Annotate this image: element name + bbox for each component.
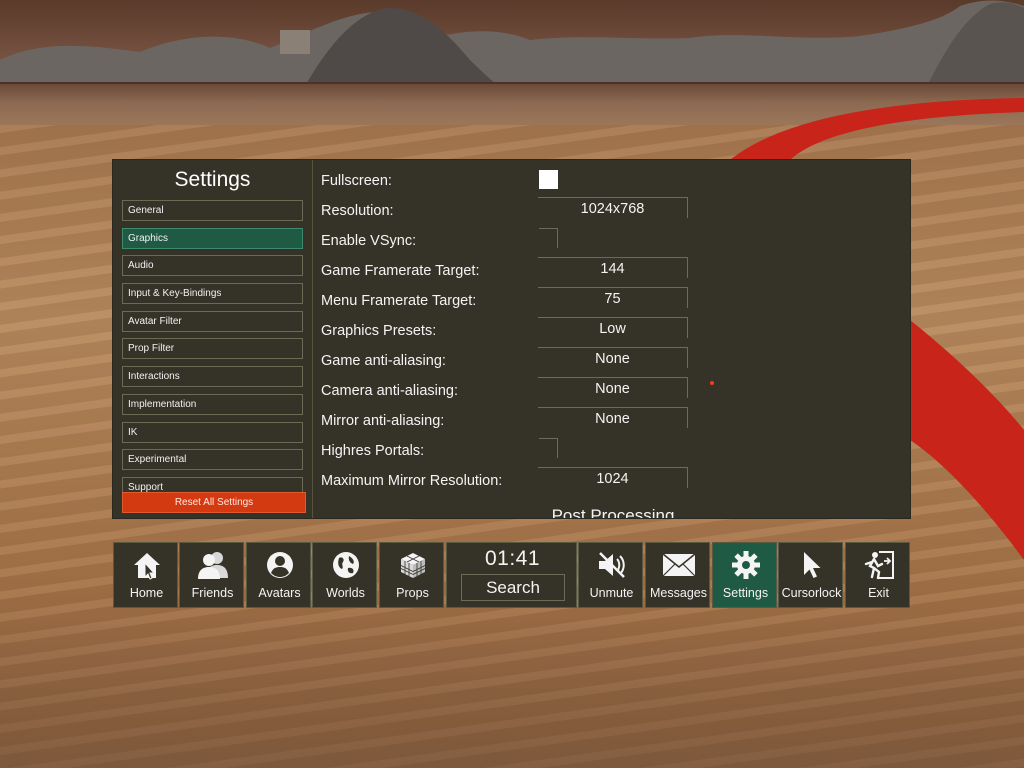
highres-portals-checkbox[interactable]: [539, 438, 558, 458]
nav-item-audio[interactable]: Audio: [122, 255, 303, 277]
menu-framerate-field[interactable]: 75: [538, 287, 688, 308]
unmute-label: Unmute: [589, 586, 634, 600]
unmute-button[interactable]: Unmute: [578, 542, 643, 608]
fullscreen-checkbox[interactable]: [539, 170, 558, 189]
camera-aa-label: Camera anti-aliasing:: [321, 383, 459, 399]
nav-item-ik[interactable]: IK: [122, 421, 303, 443]
menu-framerate-row: Menu Framerate Target: 75: [313, 287, 910, 319]
fullscreen-row: Fullscreen:: [313, 169, 910, 199]
avatars-label: Avatars: [258, 586, 301, 600]
nav-item-implementation[interactable]: Implementation: [122, 393, 303, 415]
search-button[interactable]: Search: [461, 574, 565, 601]
graphics-presets-dropdown[interactable]: Low: [538, 317, 688, 338]
exit-button[interactable]: Exit: [845, 542, 910, 608]
settings-button[interactable]: Settings: [712, 542, 777, 608]
camera-aa-dropdown[interactable]: None: [538, 377, 688, 398]
highres-portals-row: Highres Portals:: [313, 438, 910, 469]
friends-label: Friends: [191, 586, 234, 600]
people-icon: [180, 549, 245, 581]
messages-button[interactable]: Messages: [645, 542, 710, 608]
home-button[interactable]: Home: [113, 542, 178, 608]
gear-icon: [713, 549, 778, 581]
user-circle-icon: [247, 549, 312, 581]
graphics-settings-list: Fullscreen: Resolution: 1024x768 Enable …: [313, 160, 910, 518]
exit-label: Exit: [868, 586, 889, 600]
post-processing-heading: Post Processing: [551, 506, 675, 518]
settings-sidebar: Settings General Graphics Audio Input & …: [113, 160, 313, 518]
nav-item-graphics[interactable]: Graphics: [122, 227, 303, 249]
props-label: Props: [396, 586, 429, 600]
game-framerate-label: Game Framerate Target:: [321, 263, 480, 279]
fullscreen-label: Fullscreen:: [321, 173, 392, 189]
cursorlock-button[interactable]: Cursorlock: [778, 542, 843, 608]
vsync-checkbox[interactable]: [539, 228, 558, 248]
reset-all-settings-button[interactable]: Reset All Settings: [122, 492, 306, 513]
mirror-resolution-field[interactable]: 1024: [538, 467, 688, 488]
game-framerate-field[interactable]: 144: [538, 257, 688, 278]
vsync-label: Enable VSync:: [321, 233, 417, 249]
avatars-button[interactable]: Avatars: [246, 542, 311, 608]
resolution-label: Resolution:: [321, 203, 394, 219]
props-button[interactable]: Props: [379, 542, 444, 608]
clock: 01:41: [484, 547, 541, 570]
resolution-dropdown[interactable]: 1024x768: [538, 197, 688, 218]
worlds-label: Worlds: [326, 586, 365, 600]
graphics-presets-label: Graphics Presets:: [321, 323, 437, 339]
globe-icon: [313, 549, 378, 581]
cursor-icon: [779, 549, 844, 581]
ground-shadow: [0, 610, 1024, 768]
nav-item-prop-filter[interactable]: Prop Filter: [122, 338, 303, 360]
exit-door-icon: [846, 549, 911, 581]
messages-label: Messages: [650, 586, 707, 600]
mirror-resolution-row: Maximum Mirror Resolution: 1024: [313, 467, 910, 499]
settings-label: Settings: [722, 586, 769, 600]
clock-search-panel: 01:41 Search: [446, 542, 577, 608]
camera-aa-row: Camera anti-aliasing: None: [313, 377, 910, 409]
vsync-row: Enable VSync:: [313, 228, 910, 259]
nav-item-interactions[interactable]: Interactions: [122, 366, 303, 388]
game-aa-label: Game anti-aliasing:: [321, 353, 446, 369]
menu-framerate-label: Menu Framerate Target:: [321, 293, 477, 309]
friends-button[interactable]: Friends: [179, 542, 244, 608]
worlds-button[interactable]: Worlds: [312, 542, 377, 608]
quick-menu-bar: Home Friends Avatars Worlds Props 01:41 …: [113, 542, 910, 608]
graphics-presets-row: Graphics Presets: Low: [313, 317, 910, 349]
mirror-aa-row: Mirror anti-aliasing: None: [313, 407, 910, 439]
settings-nav: General Graphics Audio Input & Key-Bindi…: [122, 200, 303, 505]
nav-item-general[interactable]: General: [122, 200, 303, 221]
nav-item-avatar-filter[interactable]: Avatar Filter: [122, 310, 303, 332]
mirror-resolution-label: Maximum Mirror Resolution:: [321, 473, 503, 489]
settings-panel: Settings General Graphics Audio Input & …: [113, 160, 910, 518]
house-icon: [114, 549, 179, 581]
game-framerate-row: Game Framerate Target: 144: [313, 257, 910, 289]
game-aa-row: Game anti-aliasing: None: [313, 347, 910, 379]
nav-item-experimental[interactable]: Experimental: [122, 449, 303, 471]
nav-item-input-key-bindings[interactable]: Input & Key-Bindings: [122, 283, 303, 305]
envelope-icon: [646, 549, 711, 581]
settings-title: Settings: [174, 168, 251, 191]
mirror-aa-label: Mirror anti-aliasing:: [321, 413, 445, 429]
cursorlock-label: Cursorlock: [781, 586, 842, 600]
home-label: Home: [129, 586, 164, 600]
mirror-aa-dropdown[interactable]: None: [538, 407, 688, 428]
resolution-row: Resolution: 1024x768: [313, 197, 910, 229]
highres-portals-label: Highres Portals:: [321, 443, 425, 459]
cube-icon: [380, 549, 445, 581]
laser-pointer-dot: [710, 381, 714, 385]
game-aa-dropdown[interactable]: None: [538, 347, 688, 368]
speaker-muted-icon: [579, 549, 644, 581]
